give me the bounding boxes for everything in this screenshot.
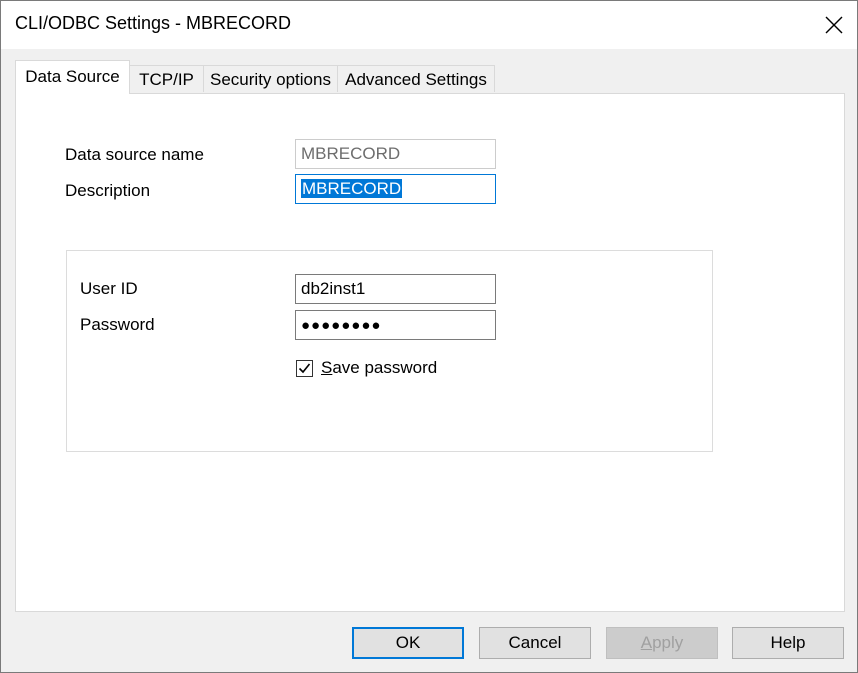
checkmark-icon — [298, 363, 311, 374]
tab-label: TCP/IP — [139, 70, 194, 89]
user-id-label: User ID — [80, 279, 138, 298]
password-field[interactable]: ●●●●●●●● — [295, 310, 496, 340]
tab-advanced-settings[interactable]: Advanced Settings — [337, 65, 495, 92]
apply-rest: pply — [652, 633, 684, 652]
apply-button[interactable]: Apply — [606, 627, 718, 659]
password-mask: ●●●●●●●● — [301, 317, 382, 334]
data-source-name-field: MBRECORD — [295, 139, 496, 169]
credentials-group: User ID db2inst1 Password ●●●●●●●● Save … — [66, 250, 713, 452]
tab-tcp-ip[interactable]: TCP/IP — [129, 65, 204, 92]
tab-label: Advanced Settings — [345, 70, 487, 89]
data-source-name-label: Data source name — [65, 145, 204, 164]
tab-label: Data Source — [25, 67, 120, 86]
description-field[interactable]: MBRECORD — [295, 174, 496, 204]
close-icon — [825, 16, 843, 34]
description-value: MBRECORD — [301, 179, 403, 198]
user-id-field[interactable]: db2inst1 — [295, 274, 496, 304]
help-label: Help — [770, 633, 806, 652]
description-label: Description — [65, 181, 151, 200]
cancel-button[interactable]: Cancel — [479, 627, 591, 659]
help-button[interactable]: Help — [732, 627, 844, 659]
tab-security-options[interactable]: Security options — [203, 65, 338, 92]
password-label: Password — [80, 315, 155, 334]
ok-button[interactable]: OK — [352, 627, 464, 659]
data-source-panel: Data source name MBRECORD Description MB… — [15, 93, 845, 612]
data-source-name-value: MBRECORD — [301, 144, 401, 163]
tab-label: Security options — [210, 70, 331, 89]
apply-accel: A — [640, 633, 653, 652]
tab-data-source[interactable]: Data Source — [15, 60, 130, 94]
user-id-value: db2inst1 — [301, 279, 366, 298]
save-password-label[interactable]: Save password — [321, 358, 437, 378]
cancel-label: Cancel — [508, 633, 562, 652]
close-button[interactable] — [811, 1, 857, 49]
save-password-accel: S — [321, 358, 333, 377]
save-password-rest: ave password — [332, 358, 438, 377]
title-bar[interactable]: CLI/ODBC Settings - MBRECORD — [1, 1, 857, 49]
save-password-checkbox[interactable] — [296, 360, 313, 377]
window-title: CLI/ODBC Settings - MBRECORD — [15, 13, 292, 33]
ok-label: OK — [395, 633, 421, 652]
dialog-window: CLI/ODBC Settings - MBRECORD Data Source… — [0, 0, 858, 673]
